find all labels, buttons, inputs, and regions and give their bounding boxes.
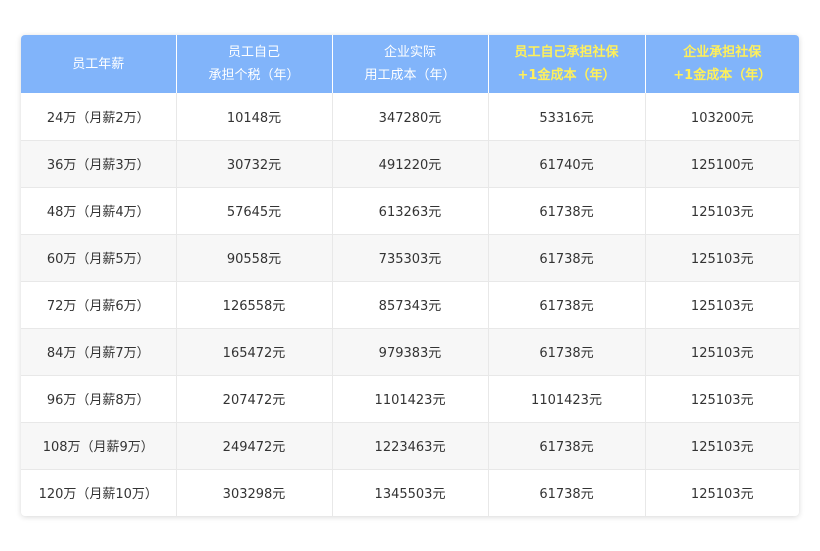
table-row: 36万（月薪3万） 30732元 491220元 61740元 125100元	[21, 140, 799, 188]
header-line: +1金成本（年）	[673, 68, 772, 83]
table-row: 24万（月薪2万） 10148元 347280元 53316元 103200元	[21, 93, 799, 141]
cell-employee-social-insurance: 61738元	[488, 422, 646, 470]
header-line: 员工年薪	[72, 56, 125, 72]
cell-annual-salary: 84万（月薪7万）	[21, 328, 177, 376]
cell-company-social-insurance: 125103元	[645, 422, 799, 470]
cell-company-social-insurance: 125103元	[645, 375, 799, 423]
table-row: 108万（月薪9万） 249472元 1223463元 61738元 12510…	[21, 422, 799, 470]
cell-income-tax: 57645元	[176, 187, 333, 235]
cell-labor-cost: 979383元	[332, 328, 489, 376]
cell-annual-salary: 36万（月薪3万）	[21, 140, 177, 188]
cell-company-social-insurance: 125103元	[645, 281, 799, 329]
cell-income-tax: 30732元	[176, 140, 333, 188]
cell-income-tax: 126558元	[176, 281, 333, 329]
salary-cost-table-card: 员工年薪 员工自己 承担个税（年） 企业实际 用工成本（年） 员工自己承担社保 …	[21, 35, 799, 516]
header-line: 员工自己	[227, 45, 280, 60]
header-row: 员工年薪 员工自己 承担个税（年） 企业实际 用工成本（年） 员工自己承担社保 …	[21, 35, 799, 93]
cell-labor-cost: 1101423元	[332, 375, 489, 423]
salary-cost-table: 员工年薪 员工自己 承担个税（年） 企业实际 用工成本（年） 员工自己承担社保 …	[21, 35, 799, 516]
cell-labor-cost: 735303元	[332, 234, 489, 282]
table-row: 120万（月薪10万） 303298元 1345503元 61738元 1251…	[21, 469, 799, 516]
header-company-labor-cost: 企业实际 用工成本（年）	[332, 35, 489, 93]
table-header: 员工年薪 员工自己 承担个税（年） 企业实际 用工成本（年） 员工自己承担社保 …	[21, 35, 799, 93]
cell-income-tax: 10148元	[176, 93, 333, 141]
cell-labor-cost: 347280元	[332, 93, 489, 141]
header-line: +1金成本（年）	[517, 68, 616, 83]
cell-annual-salary: 60万（月薪5万）	[21, 234, 177, 282]
cell-labor-cost: 491220元	[332, 140, 489, 188]
cell-employee-social-insurance: 61740元	[488, 140, 646, 188]
table-row: 84万（月薪7万） 165472元 979383元 61738元 125103元	[21, 328, 799, 376]
cell-annual-salary: 108万（月薪9万）	[21, 422, 177, 470]
cell-labor-cost: 613263元	[332, 187, 489, 235]
cell-income-tax: 249472元	[176, 422, 333, 470]
cell-employee-social-insurance: 53316元	[488, 93, 646, 141]
table-row: 96万（月薪8万） 207472元 1101423元 1101423元 1251…	[21, 375, 799, 423]
cell-annual-salary: 72万（月薪6万）	[21, 281, 177, 329]
header-line: 企业承担社保	[683, 45, 762, 60]
cell-labor-cost: 857343元	[332, 281, 489, 329]
cell-income-tax: 207472元	[176, 375, 333, 423]
header-line: 用工成本（年）	[364, 68, 456, 83]
cell-company-social-insurance: 125100元	[645, 140, 799, 188]
cell-employee-social-insurance: 61738元	[488, 187, 646, 235]
cell-income-tax: 303298元	[176, 469, 333, 516]
cell-annual-salary: 24万（月薪2万）	[21, 93, 177, 141]
header-employee-social-insurance: 员工自己承担社保 +1金成本（年）	[488, 35, 646, 93]
cell-annual-salary: 120万（月薪10万）	[21, 469, 177, 516]
header-annual-salary: 员工年薪	[21, 35, 177, 93]
cell-income-tax: 165472元	[176, 328, 333, 376]
cell-labor-cost: 1223463元	[332, 422, 489, 470]
cell-annual-salary: 96万（月薪8万）	[21, 375, 177, 423]
cell-labor-cost: 1345503元	[332, 469, 489, 516]
cell-company-social-insurance: 125103元	[645, 187, 799, 235]
cell-income-tax: 90558元	[176, 234, 333, 282]
cell-company-social-insurance: 125103元	[690, 487, 754, 503]
cell-company-social-insurance: 125103元	[645, 234, 799, 282]
cell-company-social-insurance: 103200元	[645, 93, 799, 141]
cell-employee-social-insurance: 61738元	[488, 281, 646, 329]
table-body: 24万（月薪2万） 10148元 347280元 53316元 103200元 …	[21, 93, 799, 516]
header-employee-income-tax: 员工自己 承担个税（年）	[176, 35, 333, 93]
cell-annual-salary: 48万（月薪4万）	[21, 187, 177, 235]
table-row: 60万（月薪5万） 90558元 735303元 61738元 125103元	[21, 234, 799, 282]
header-company-social-insurance: 企业承担社保 +1金成本（年）	[645, 35, 799, 93]
cell-employee-social-insurance: 61738元	[488, 328, 646, 376]
cell-employee-social-insurance: 1101423元	[488, 375, 646, 423]
table-row: 72万（月薪6万） 126558元 857343元 61738元 125103元	[21, 281, 799, 329]
cell-company-social-insurance: 125103元	[645, 328, 799, 376]
cell-employee-social-insurance: 61738元	[488, 469, 646, 516]
header-line: 企业实际	[383, 45, 436, 60]
header-line: 员工自己承担社保	[514, 45, 619, 60]
cell-employee-social-insurance: 61738元	[488, 234, 646, 282]
header-line: 承担个税（年）	[208, 68, 300, 83]
table-row: 48万（月薪4万） 57645元 613263元 61738元 125103元	[21, 187, 799, 235]
